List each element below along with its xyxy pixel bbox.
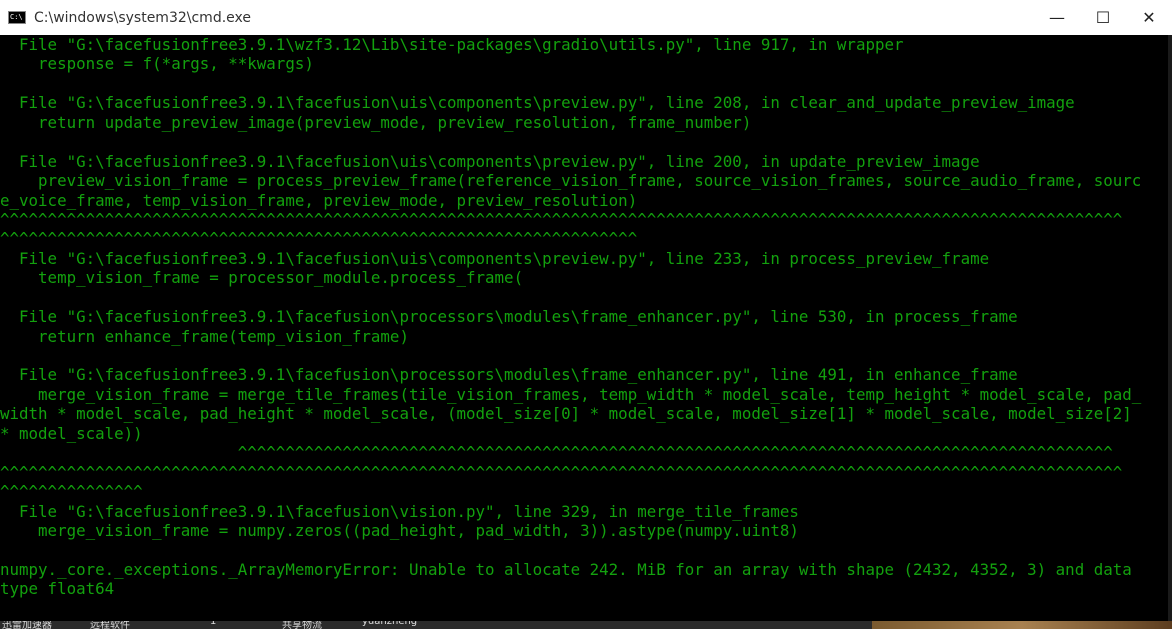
console-line: File "G:\facefusionfree3.9.1\facefusion\… [0, 307, 1018, 327]
console-line: return update_preview_image(preview_mode… [0, 112, 752, 132]
console-output[interactable]: File "G:\facefusionfree3.9.1\wzf3.12\Lib… [0, 35, 1172, 621]
window-controls: — ☐ ✕ [1034, 0, 1172, 35]
desktop-wallpaper [872, 621, 1172, 629]
console-line: * model_scale)) [0, 423, 143, 443]
taskbar: 迅雷加速器 远程软件 1 共享物流 yuanzheng [0, 621, 1172, 629]
console-line: e_voice_frame, temp_vision_frame, previe… [0, 190, 638, 210]
console-scrollbar[interactable] [1168, 35, 1172, 621]
console-line: type float64 [0, 579, 115, 599]
console-line: File "G:\facefusionfree3.9.1\wzf3.12\Lib… [0, 35, 904, 54]
console-line: ^^^^^^^^^^^^^^^ [0, 482, 143, 502]
taskbar-item[interactable]: 迅雷加速器 [2, 621, 52, 629]
console-line: File "G:\facefusionfree3.9.1\facefusion\… [0, 248, 990, 268]
console-line: ^^^^^^^^^^^^^^^^^^^^^^^^^^^^^^^^^^^^^^^^… [0, 209, 1123, 229]
console-line: response = f(*args, **kwargs) [0, 54, 314, 74]
taskbar-item[interactable]: yuanzheng [362, 621, 417, 627]
console-line: ^^^^^^^^^^^^^^^^^^^^^^^^^^^^^^^^^^^^^^^^… [0, 462, 1123, 482]
taskbar-item[interactable]: 1 [210, 621, 216, 627]
console-line: merge_vision_frame = numpy.zeros((pad_he… [0, 520, 799, 540]
title-bar[interactable]: C:\windows\system32\cmd.exe — ☐ ✕ [0, 0, 1172, 35]
console-text: File "G:\facefusionfree3.9.1\wzf3.12\Lib… [0, 35, 1172, 618]
console-line: ^^^^^^^^^^^^^^^^^^^^^^^^^^^^^^^^^^^^^^^^… [0, 443, 1113, 463]
window-title: C:\windows\system32\cmd.exe [34, 9, 251, 26]
console-line: numpy._core._exceptions._ArrayMemoryErro… [0, 559, 1132, 579]
close-button[interactable]: ✕ [1126, 0, 1172, 35]
console-line: File "G:\facefusionfree3.9.1\facefusion\… [0, 151, 980, 171]
console-line: width * model_scale, pad_height * model_… [0, 404, 1132, 424]
console-line: File "G:\facefusionfree3.9.1\facefusion\… [0, 365, 1018, 385]
console-line: preview_vision_frame = process_preview_f… [0, 171, 1142, 191]
cmd-app-icon[interactable] [8, 11, 26, 24]
minimize-button[interactable]: — [1034, 0, 1080, 35]
console-line: ^^^^^^^^^^^^^^^^^^^^^^^^^^^^^^^^^^^^^^^^… [0, 229, 638, 249]
taskbar-item[interactable]: 远程软件 [90, 621, 130, 629]
console-line: File "G:\facefusionfree3.9.1\facefusion\… [0, 93, 1075, 113]
taskbar-item[interactable]: 共享物流 [282, 621, 322, 629]
console-line: temp_vision_frame = processor_module.pro… [0, 268, 524, 288]
console-line: File "G:\facefusionfree3.9.1\facefusion\… [0, 501, 799, 521]
console-line: return enhance_frame(temp_vision_frame) [0, 326, 409, 346]
maximize-button[interactable]: ☐ [1080, 0, 1126, 35]
console-line: merge_vision_frame = merge_tile_frames(t… [0, 384, 1142, 404]
